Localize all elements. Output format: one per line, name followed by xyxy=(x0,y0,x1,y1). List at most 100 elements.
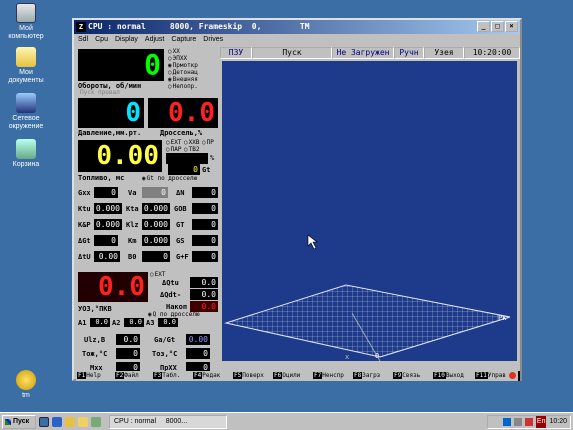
fkey-label: Выход xyxy=(445,372,464,379)
menu-display[interactable]: Display xyxy=(115,34,138,45)
timing-side-value: 0.0 xyxy=(190,277,218,288)
fuel-option-pr[interactable]: ПР xyxy=(202,139,214,146)
menu-cpu[interactable]: Cpu xyxy=(95,34,108,45)
fkey-label: Help xyxy=(86,372,101,379)
fuel-option-tb2[interactable]: TB2 xyxy=(184,146,200,153)
param-label: Klz xyxy=(126,221,139,229)
timing-option-ext[interactable]: EXT xyxy=(150,271,166,278)
menu-capture[interactable]: Capture xyxy=(171,34,196,45)
desktop-icon-label: Сетевое окружение xyxy=(8,115,44,130)
axis-label-x: х xyxy=(345,353,349,361)
fkey-exit[interactable]: F10Выход xyxy=(432,371,474,381)
timing-side-value: 0.0 xyxy=(190,289,218,300)
axis-label-rk: Рк xyxy=(498,314,507,322)
pressure-label: Давление,мм.рт. xyxy=(78,129,142,137)
minimize-button[interactable]: _ xyxy=(477,21,490,32)
fuel-option-xxb[interactable]: XXB xyxy=(184,139,200,146)
close-button[interactable]: × xyxy=(505,21,518,32)
bottom-param-value: 0.0 xyxy=(116,334,140,345)
timing-option-throttle[interactable]: Q по дросселю xyxy=(148,311,200,318)
a-value: 0.0 xyxy=(124,318,144,327)
rpm-option-detonac[interactable]: Детонац xyxy=(168,69,198,76)
quicklaunch-desktop-icon[interactable] xyxy=(39,416,49,427)
tray-network-icon[interactable] xyxy=(502,418,511,426)
quicklaunch-browser-icon[interactable] xyxy=(52,416,62,427)
fkey-code: F6 xyxy=(273,372,283,379)
quicklaunch-mail-icon[interactable] xyxy=(65,416,75,427)
fkey-file[interactable]: F2Файл xyxy=(114,371,152,381)
tray-volume-icon[interactable] xyxy=(513,418,522,426)
rpm-option-xx[interactable]: ХХ xyxy=(168,48,180,55)
menu-sdl[interactable]: Sdl xyxy=(78,34,88,45)
timing-display: 0.0 xyxy=(78,272,148,302)
app-icon[interactable]: Z xyxy=(76,22,86,32)
param-value: 0 xyxy=(94,235,118,246)
fkey-code: F7 xyxy=(313,372,323,379)
fkey-link[interactable]: F9Связь xyxy=(392,371,432,381)
param-value: 0.000 xyxy=(142,203,170,214)
desktop-icon-recycle-bin[interactable]: Корзина xyxy=(4,139,48,169)
fuel-option-throttle[interactable]: Gt по дросселю xyxy=(142,175,198,182)
record-indicator-icon[interactable] xyxy=(509,372,516,379)
desktop-icon-my-documents[interactable]: Мои документы xyxy=(4,47,48,85)
fuel-option-ext[interactable]: EXT xyxy=(166,139,182,146)
a-value: 0.0 xyxy=(158,318,178,327)
fkey-edit[interactable]: F4Редак xyxy=(192,371,232,381)
fkey-label: Управ xyxy=(487,372,506,379)
param-label: GOB xyxy=(174,205,187,213)
fkey-table[interactable]: F3Табл. xyxy=(152,371,192,381)
fkey-help[interactable]: F1Help xyxy=(76,371,114,381)
desktop-icon-label: Мои документы xyxy=(8,69,44,84)
system-tray: En 10:20 xyxy=(487,415,571,429)
bottom-param-label: Тоз,°C xyxy=(152,350,178,358)
fkey-surface[interactable]: F5Поверх xyxy=(232,371,272,381)
fuel-label: Топливо, мс xyxy=(78,174,125,182)
desktop-icon-my-computer[interactable]: Мой компьютер xyxy=(4,3,48,41)
param-label: Kta xyxy=(126,205,139,213)
desktop-icon-tm[interactable]: tm xyxy=(4,370,48,400)
fkey-code: F8 xyxy=(353,372,363,379)
menu-drives[interactable]: Drives xyxy=(203,34,223,45)
rpm-option-vneshnyaya[interactable]: Внешняя xyxy=(168,76,198,83)
maximize-button[interactable]: □ xyxy=(491,21,504,32)
quicklaunch-app-icon[interactable] xyxy=(91,416,101,427)
param-label: Va xyxy=(128,189,137,197)
fuel-option-par[interactable]: ПАР xyxy=(166,146,182,153)
a-value: 0.0 xyxy=(90,318,110,327)
rpm-option-epxx[interactable]: ЭПХХ xyxy=(168,55,187,62)
tray-clock: 10:20 xyxy=(549,418,567,425)
window-titlebar[interactable]: Z CPU : normal 8000, Frameskip 0, TM _ □… xyxy=(74,20,520,34)
tray-shield-icon[interactable] xyxy=(524,418,533,426)
status-rom: ПЗУ xyxy=(220,47,252,59)
param-value: 0 xyxy=(192,235,218,246)
map-surface-grid xyxy=(224,284,511,358)
menu-adjust[interactable]: Adjust xyxy=(145,34,164,45)
desktop-icon-network[interactable]: Сетевое окружение xyxy=(4,93,48,131)
quicklaunch-folder-icon[interactable] xyxy=(78,416,88,427)
param-label: B0 xyxy=(128,253,137,261)
fuel-display: 0.00 xyxy=(78,140,162,172)
desktop-icon-label: Корзина xyxy=(12,161,40,168)
param-label: GT xyxy=(176,221,185,229)
bottom-param-value: 0 xyxy=(116,348,140,359)
start-button[interactable]: Пуск xyxy=(2,414,36,429)
desktop-icon-label: tm xyxy=(22,392,30,399)
taskbar-task-cpu[interactable]: CPU : normal 8000... xyxy=(109,414,227,429)
rpm-option-nepopr[interactable]: Непопр. xyxy=(168,83,198,90)
fkey-label: Ненспр xyxy=(322,372,344,379)
gauges-panel: 0 ХХ ЭПХХ Прмоткр Детонац Внешняя Непопр… xyxy=(76,47,220,376)
fkey-oscill[interactable]: F6Оцили xyxy=(272,371,312,381)
timing-side-label: ΔQdt- xyxy=(160,291,182,299)
status-mode: Узея xyxy=(424,47,464,59)
fkey-label: Поверх xyxy=(242,372,264,379)
param-label: G+F xyxy=(176,253,189,261)
param-value: 0 xyxy=(192,187,218,198)
tray-lang-indicator[interactable]: En xyxy=(535,416,547,428)
throttle-label: Дроссель,% xyxy=(160,129,203,137)
fkey-code: F2 xyxy=(115,372,125,379)
fkey-faults[interactable]: F7Ненспр xyxy=(312,371,352,381)
my-documents-icon xyxy=(16,47,36,67)
fkey-load[interactable]: F8Загрз xyxy=(352,371,392,381)
map-3d-viewport[interactable]: Рк 0 х xyxy=(222,61,517,361)
rpm-option-prmotkr[interactable]: Прмоткр xyxy=(168,62,198,69)
